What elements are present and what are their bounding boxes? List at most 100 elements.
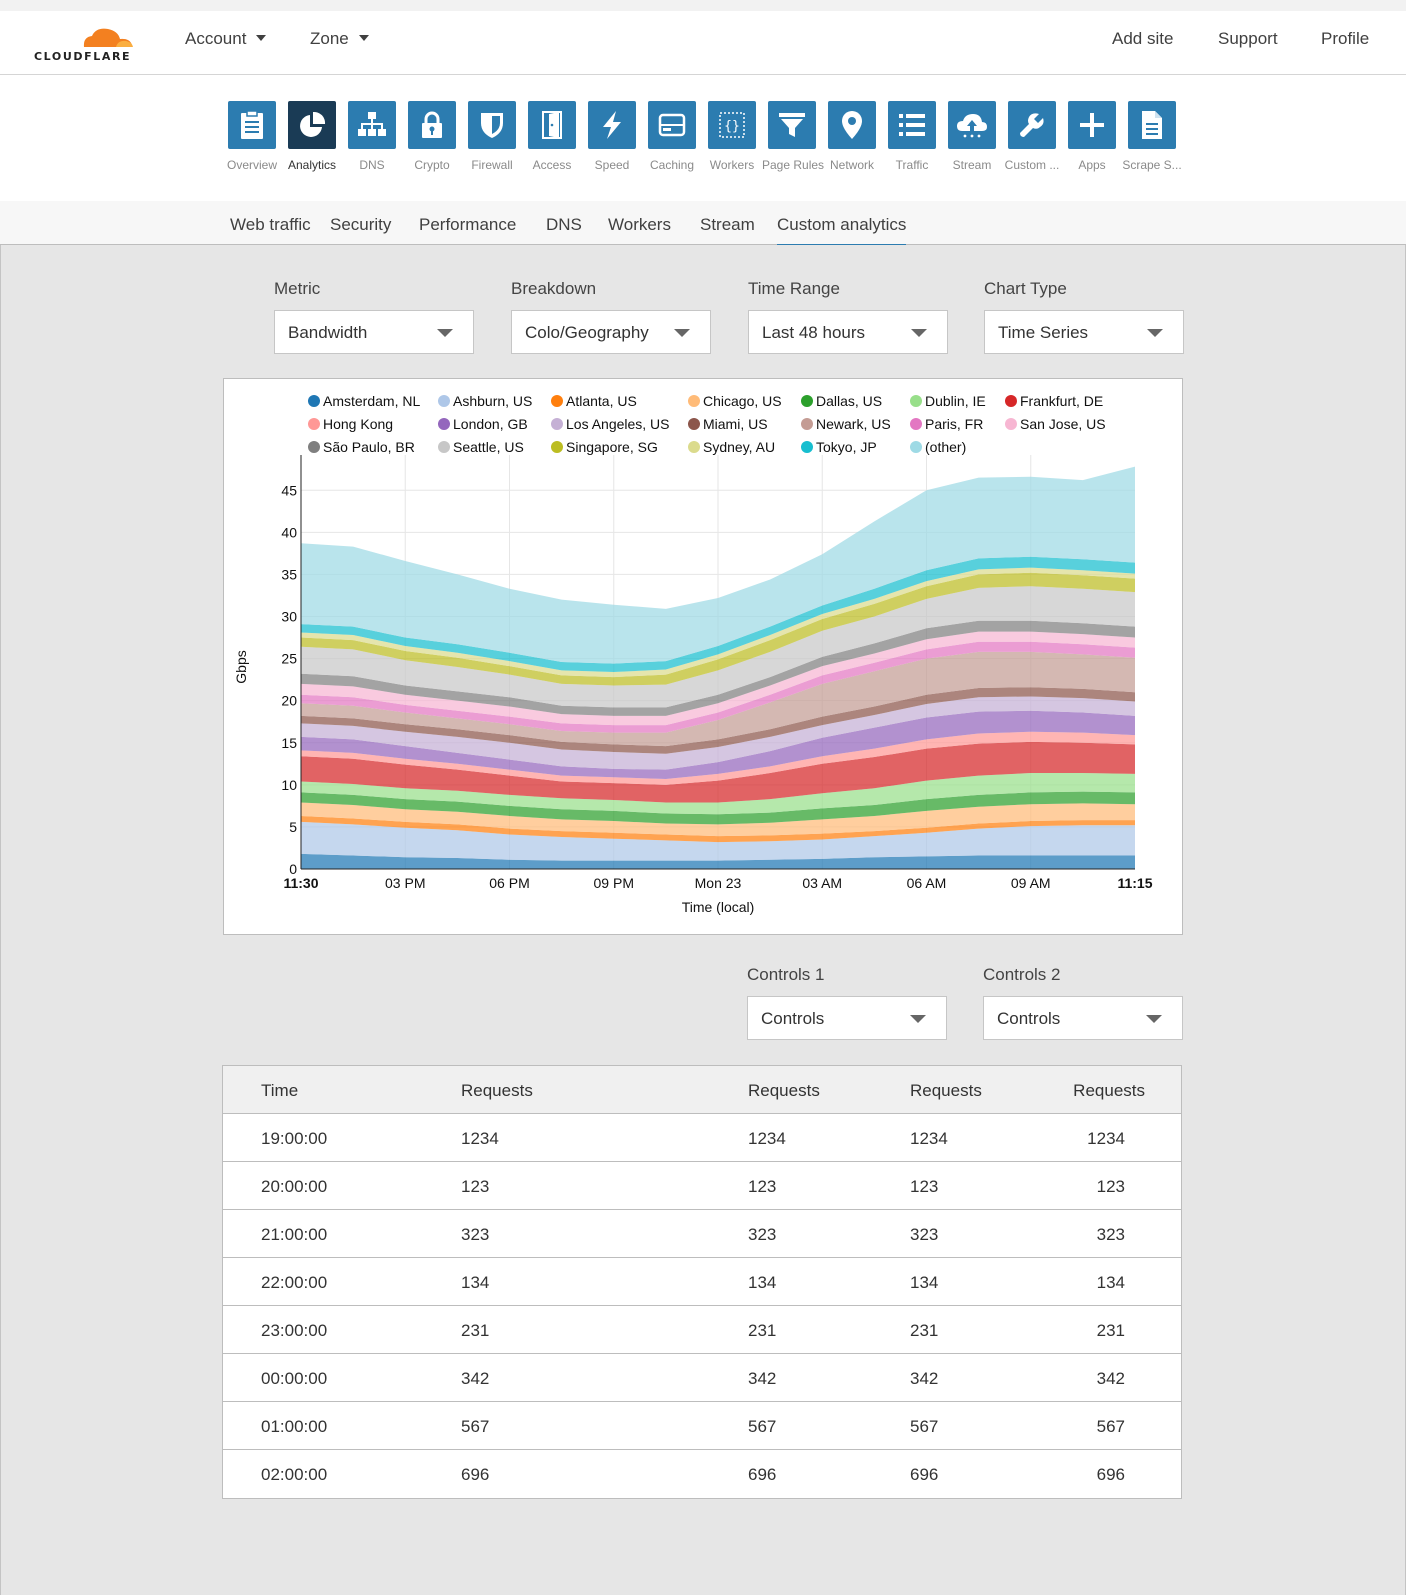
- controls2-label: Controls 2: [983, 965, 1061, 984]
- tab-workers[interactable]: Workers: [608, 215, 671, 244]
- overview-icon: [241, 110, 263, 139]
- column-header[interactable]: Requests: [910, 1081, 982, 1101]
- app-page-rules[interactable]: Page Rules: [762, 101, 824, 172]
- requests-cell: 1234: [910, 1129, 948, 1148]
- controls1-select[interactable]: Controls: [747, 996, 947, 1040]
- zone-menu[interactable]: Zone: [310, 29, 369, 49]
- app-traffic[interactable]: Traffic: [882, 101, 942, 172]
- requests-cell: 342: [910, 1369, 939, 1388]
- app-label: Analytics: [287, 158, 337, 172]
- legend-swatch: [438, 395, 450, 407]
- requests-cell: 696: [748, 1465, 777, 1484]
- metric-label: Metric: [274, 279, 321, 298]
- app-scrape-shield[interactable]: Scrape S...: [1122, 101, 1182, 172]
- column-header[interactable]: Requests: [1073, 1081, 1145, 1101]
- chart-type-label: Chart Type: [984, 279, 1067, 298]
- pin-icon: [842, 111, 862, 139]
- app-label: Custom ...: [1004, 158, 1060, 172]
- app-custom[interactable]: Custom ...: [1002, 101, 1062, 172]
- y-tick-label: 5: [289, 819, 297, 835]
- app-label: DNS: [359, 158, 385, 172]
- y-tick-label: 40: [281, 524, 297, 540]
- lightning-icon: [603, 111, 621, 139]
- requests-cell: 323: [910, 1225, 939, 1244]
- controls2-select[interactable]: Controls: [983, 996, 1183, 1040]
- requests-cell: 123: [910, 1177, 939, 1196]
- app-analytics[interactable]: Analytics: [282, 101, 342, 172]
- app-label: Apps: [1078, 158, 1106, 172]
- filter-icon: [779, 113, 805, 137]
- metric-select[interactable]: Bandwidth: [274, 310, 474, 354]
- legend-label: Frankfurt, DE: [1020, 393, 1103, 409]
- y-tick-label: 45: [281, 482, 297, 498]
- x-tick-label: Mon 23: [695, 875, 742, 891]
- time-cell: 00:00:00: [261, 1369, 328, 1388]
- app-firewall[interactable]: Firewall: [462, 101, 522, 172]
- app-apps[interactable]: Apps: [1062, 101, 1122, 172]
- app-network[interactable]: Network: [822, 101, 882, 172]
- table-row: 23:00:00 231 231 231 231: [223, 1306, 1181, 1354]
- legend-swatch: [688, 395, 700, 407]
- tab-stream[interactable]: Stream: [700, 215, 755, 244]
- legend-swatch: [551, 418, 563, 430]
- x-tick-label: 06 PM: [489, 875, 529, 891]
- app-label: Scrape S...: [1122, 158, 1182, 172]
- app-label: Speed: [594, 158, 630, 172]
- legend-label: Los Angeles, US: [566, 416, 670, 432]
- caret-down-icon: [358, 35, 369, 41]
- time-cell: 19:00:00: [261, 1129, 328, 1148]
- app-workers[interactable]: {} Workers: [702, 101, 762, 172]
- tab-performance[interactable]: Performance: [419, 215, 516, 244]
- app-label: Access: [532, 158, 572, 172]
- y-tick-label: 20: [281, 693, 297, 709]
- app-dns[interactable]: DNS: [342, 101, 402, 172]
- chevron-down-icon: [437, 329, 453, 337]
- cloudflare-logo[interactable]: CLOUDFLARE: [34, 25, 138, 65]
- app-crypto[interactable]: Crypto: [402, 101, 462, 172]
- requests-cell: 323: [461, 1225, 490, 1244]
- app-overview[interactable]: Overview: [222, 101, 282, 172]
- time-range-select[interactable]: Last 48 hours: [748, 310, 948, 354]
- app-speed[interactable]: Speed: [582, 101, 642, 172]
- y-tick-label: 35: [281, 566, 297, 582]
- support-link[interactable]: Support: [1218, 29, 1278, 49]
- profile-link[interactable]: Profile: [1321, 29, 1369, 49]
- legend-label: London, GB: [453, 416, 528, 432]
- requests-cell: 123: [461, 1177, 490, 1196]
- x-tick-label: 03 AM: [802, 875, 842, 891]
- code-icon: {}: [719, 112, 745, 138]
- server-icon: [658, 113, 686, 137]
- table-row: 20:00:00 123 123 123 123: [223, 1162, 1181, 1210]
- table-row: 22:00:00 134 134 134 134: [223, 1258, 1181, 1306]
- controls1-value: Controls: [761, 1009, 825, 1028]
- breakdown-select[interactable]: Colo/Geography: [511, 310, 711, 354]
- legend-swatch: [910, 418, 922, 430]
- tab-security[interactable]: Security: [330, 215, 391, 244]
- time-range-value: Last 48 hours: [762, 323, 866, 342]
- analytics-tabs: Web traffic Security Performance DNS Wor…: [0, 201, 1406, 246]
- chevron-down-icon: [1146, 1015, 1162, 1023]
- app-caching[interactable]: Caching: [642, 101, 702, 172]
- legend-swatch: [801, 418, 813, 430]
- plus-icon: [1080, 113, 1104, 137]
- chart-type-select[interactable]: Time Series: [984, 310, 1184, 354]
- tab-dns[interactable]: DNS: [546, 215, 582, 244]
- chart-type-value: Time Series: [998, 323, 1089, 342]
- time-cell: 20:00:00: [261, 1177, 328, 1196]
- account-menu[interactable]: Account: [185, 29, 267, 49]
- column-header[interactable]: Requests: [748, 1081, 820, 1101]
- y-tick-label: 25: [281, 651, 297, 667]
- app-label: Crypto: [414, 158, 450, 172]
- add-site-link[interactable]: Add site: [1112, 29, 1173, 49]
- requests-cell: 696: [910, 1465, 939, 1484]
- app-label: Traffic: [895, 158, 929, 172]
- tab-custom-analytics[interactable]: Custom analytics: [777, 215, 907, 246]
- x-axis-title: Time (local): [682, 899, 755, 915]
- time-range-label: Time Range: [748, 279, 840, 298]
- tab-web-traffic[interactable]: Web traffic: [230, 215, 311, 244]
- app-stream[interactable]: Stream: [942, 101, 1002, 172]
- legend-swatch: [688, 441, 700, 453]
- column-header[interactable]: Requests: [461, 1081, 533, 1101]
- app-access[interactable]: Access: [522, 101, 582, 172]
- column-header[interactable]: Time: [261, 1081, 298, 1101]
